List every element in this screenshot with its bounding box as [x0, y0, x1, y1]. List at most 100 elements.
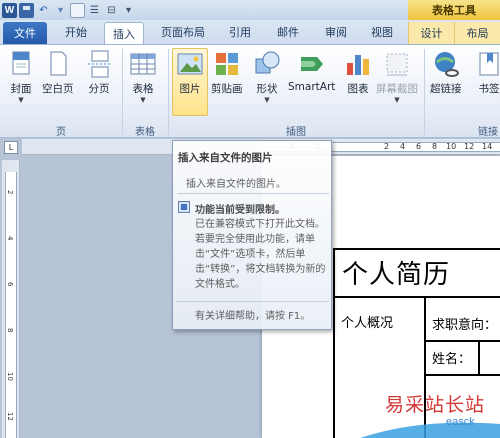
clip-art-label: 剪贴画 — [211, 83, 243, 95]
ruler-number: 6 — [416, 142, 422, 151]
tab-design[interactable]: 设计 — [408, 22, 454, 44]
cover-page-label: 封面 — [10, 83, 32, 95]
hyperlink-button[interactable]: 超链接 — [430, 49, 462, 96]
ruler-number: 10 — [446, 142, 457, 151]
table-border — [478, 340, 480, 374]
smartart-button[interactable]: SmartArt — [288, 49, 335, 93]
tooltip-help: 有关详细帮助，请按 F1。 — [195, 311, 311, 322]
paragraph-icon[interactable]: ☰ — [87, 3, 102, 18]
chart-button[interactable]: 图表 — [343, 49, 373, 96]
hyperlink-icon — [434, 52, 459, 77]
quick-access-toolbar: W ↶ ▾ ☰ ⊟ ▾ — [0, 0, 136, 20]
tab-layout[interactable]: 布局 — [454, 22, 500, 44]
ruler-number: 14 — [482, 142, 493, 151]
clip-art-button[interactable]: 剪贴画 — [211, 49, 243, 96]
tab-home[interactable]: 开始 — [56, 20, 96, 44]
ruler-number: 12 — [6, 412, 14, 421]
compatibility-info-icon — [178, 201, 190, 213]
tooltip-divider — [177, 193, 329, 194]
group-separator — [424, 49, 425, 135]
table-icon — [130, 53, 156, 75]
group-label-tables: 表格 — [135, 127, 155, 138]
table-button[interactable]: 表格 ▼ — [128, 49, 158, 104]
ruler-number: 10 — [6, 372, 14, 381]
table-label: 表格 — [132, 83, 154, 95]
table-border — [424, 340, 500, 342]
cover-page-button[interactable]: 封面 ▼ — [6, 49, 36, 104]
word-logo-icon[interactable]: W — [2, 2, 17, 18]
ruler-number: 12 — [464, 142, 475, 151]
shapes-label: 形状 — [256, 83, 278, 95]
smartart-icon — [300, 57, 323, 71]
undo-icon[interactable]: ↶ — [36, 3, 51, 18]
bookmark-button[interactable]: 书签 — [474, 49, 500, 96]
page-break-label: 分页 — [88, 83, 110, 95]
tooltip-divider — [177, 301, 329, 302]
chart-label: 图表 — [347, 83, 369, 95]
hyperlink-label: 超链接 — [430, 83, 462, 95]
screenshot-icon — [386, 53, 408, 76]
bookmark-label: 书签 — [478, 83, 500, 95]
table-border — [333, 296, 500, 298]
name-label[interactable]: 姓名： — [432, 348, 471, 367]
screenshot-label: 屏幕截图 — [376, 83, 418, 95]
shapes-button[interactable]: 形状 ▼ — [252, 49, 282, 104]
ruler-number: 2 — [384, 142, 390, 151]
picture-icon — [177, 53, 203, 75]
picture-label: 图片 — [179, 83, 201, 95]
tab-selector[interactable]: L — [4, 141, 18, 154]
ruler-number: 2 — [6, 190, 14, 195]
redo-icon[interactable]: ▾ — [53, 3, 68, 18]
watermark-text: 易采站长站 — [385, 394, 486, 416]
bookmark-icon — [479, 52, 499, 76]
picture-button[interactable]: 图片 — [172, 48, 208, 116]
shapes-icon — [255, 51, 280, 74]
ribbon-tabs: 文件 开始 插入 页面布局 引用 邮件 审阅 视图 设计 布局 — [0, 20, 500, 45]
tooltip-warning-body: 已在兼容模式下打开此文档。若要完全使用此功能，请单击“文件”选项卡，然后单击“转… — [195, 219, 326, 290]
chevron-down-icon: ▼ — [140, 96, 146, 104]
print-preview-icon[interactable] — [70, 2, 85, 18]
page-break-button[interactable]: 分页 — [84, 49, 114, 96]
blank-page-button[interactable]: 空白页 — [42, 49, 74, 96]
comment-icon[interactable]: ⊟ — [104, 3, 119, 18]
ribbon-insert: 封面 ▼ 空白页 分页 页 表格 ▼ 表格 图片 剪贴画 形状 ▼ SmartA… — [0, 44, 500, 138]
customize-qat-icon[interactable]: ▾ — [121, 3, 136, 18]
vertical-ruler[interactable]: 2 4 6 8 10 12 — [2, 160, 20, 438]
ruler-active-area — [5, 172, 17, 438]
resume-title[interactable]: 个人简历 — [342, 254, 450, 291]
tab-page-layout[interactable]: 页面布局 — [152, 20, 214, 44]
tooltip-warning-title: 功能当前受到限制。 — [195, 205, 285, 216]
overview-label[interactable]: 个人概况 — [341, 312, 393, 331]
tab-insert[interactable]: 插入 — [104, 22, 144, 45]
tab-references[interactable]: 引用 — [220, 20, 260, 44]
blank-page-icon — [50, 51, 67, 76]
blank-page-label: 空白页 — [42, 83, 74, 95]
group-label-illustrations: 插图 — [286, 127, 306, 138]
picture-tooltip: 插入来自文件的图片 插入来自文件的图片。 功能当前受到限制。 已在兼容模式下打开… — [172, 140, 332, 330]
ruler-number: 8 — [6, 328, 14, 333]
ruler-number: 6 — [6, 282, 14, 287]
job-intent-label[interactable]: 求职意向： — [432, 314, 497, 333]
tab-review[interactable]: 审阅 — [316, 20, 356, 44]
cover-page-icon — [12, 51, 30, 75]
watermark-subtext: easck — [446, 416, 475, 428]
chart-icon — [347, 55, 369, 75]
ruler-number: 8 — [432, 142, 438, 151]
chevron-down-icon: ▼ — [18, 96, 24, 104]
table-tools-header: 表格工具 — [408, 0, 500, 20]
chevron-down-icon: ▼ — [394, 96, 400, 104]
title-bar: W ↶ ▾ ☰ ⊟ ▾ 表格工具 — [0, 0, 500, 20]
screenshot-button[interactable]: 屏幕截图 ▼ — [376, 49, 418, 104]
tab-mailings[interactable]: 邮件 — [268, 20, 308, 44]
tab-view[interactable]: 视图 — [362, 20, 402, 44]
tab-file[interactable]: 文件 — [3, 22, 47, 44]
clip-art-icon — [215, 53, 238, 75]
smartart-label: SmartArt — [288, 81, 336, 93]
ruler-number: 4 — [400, 142, 406, 151]
save-icon[interactable] — [19, 2, 34, 18]
chevron-down-icon: ▼ — [264, 96, 270, 104]
tooltip-description: 插入来自文件的图片。 — [186, 179, 286, 190]
group-label-pages: 页 — [56, 127, 66, 138]
group-label-links: 链接 — [478, 127, 498, 138]
tooltip-title: 插入来自文件的图片 — [178, 152, 273, 164]
